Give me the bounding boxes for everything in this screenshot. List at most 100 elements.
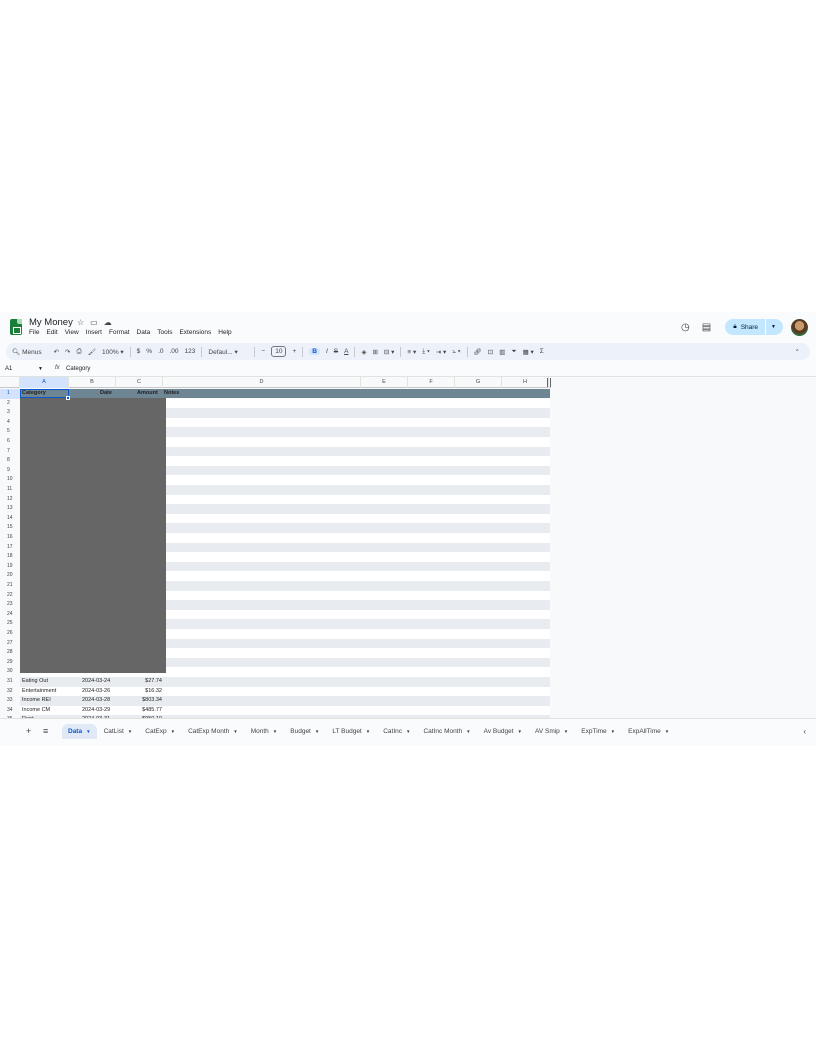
row-header[interactable]: 23 [0, 600, 20, 610]
column-header-e[interactable]: E [361, 377, 408, 388]
cell-amount[interactable]: $27.74 [145, 677, 162, 687]
functions-button[interactable]: Σ [540, 348, 544, 355]
row-header[interactable]: 28 [0, 648, 20, 658]
comments-icon[interactable]: ▤ [702, 322, 711, 333]
fill-color-icon[interactable]: ◈ [361, 348, 366, 356]
cell-category[interactable]: Income CM [22, 706, 50, 716]
font-size-input[interactable]: 10 [271, 346, 287, 357]
cell-amount[interactable]: $803.34 [142, 696, 162, 706]
chevron-down-icon[interactable]: ▼ [171, 729, 175, 734]
menu-format[interactable]: Format [109, 329, 130, 336]
filter-views-icon[interactable]: ▦ ▾ [523, 348, 534, 356]
sheet-tab[interactable]: CatList ▼ [98, 724, 139, 739]
row-header[interactable]: 32 [0, 687, 20, 697]
chevron-down-icon[interactable]: ▼ [38, 366, 43, 372]
share-button[interactable]: 🔒︎ Share [725, 319, 767, 335]
row-header[interactable]: 13 [0, 504, 20, 514]
column-header-a[interactable]: A [20, 377, 69, 388]
fill-handle[interactable] [66, 396, 70, 400]
increase-font-size-button[interactable]: + [292, 348, 296, 355]
sheet-tab[interactable]: CatExp Month ▼ [182, 724, 244, 739]
sheet-tab[interactable]: CatExp ▼ [139, 724, 181, 739]
sheet-tab[interactable]: Budget ▼ [284, 724, 325, 739]
row-header[interactable]: 9 [0, 466, 20, 476]
cloud-status-icon[interactable]: ☁ [104, 318, 112, 327]
insert-chart-icon[interactable]: ▥ [499, 348, 505, 356]
chevron-left-icon[interactable]: ‹ [803, 727, 806, 736]
sheet-tab[interactable]: LT Budget ▼ [326, 724, 376, 739]
header-notes[interactable]: Notes [164, 389, 179, 398]
chevron-down-icon[interactable]: ▼ [128, 729, 132, 734]
text-wrapping-icon[interactable]: ⇥ ▾ [436, 348, 447, 356]
vertical-align-icon[interactable]: ⤓ ▾ [422, 348, 429, 356]
chevron-down-icon[interactable]: ▼ [466, 729, 470, 734]
menu-help[interactable]: Help [218, 329, 231, 336]
format-currency-button[interactable]: $ [137, 348, 141, 355]
sheet-tab[interactable]: CatInc Month ▼ [417, 724, 476, 739]
decrease-decimal-button[interactable]: .0 [158, 348, 163, 355]
sheet-tab[interactable]: ExpAllTime ▼ [622, 724, 675, 739]
document-title[interactable]: My Money [29, 317, 73, 328]
chevron-down-icon[interactable]: ▼ [611, 729, 615, 734]
chevron-down-icon[interactable]: ▼ [366, 729, 370, 734]
column-header-f[interactable]: F [408, 377, 455, 388]
row-header[interactable]: 29 [0, 658, 20, 668]
cell-date[interactable]: 2024-03-26 [82, 687, 110, 697]
row-header[interactable]: 5 [0, 427, 20, 437]
star-icon[interactable]: ☆ [77, 318, 84, 327]
menu-search[interactable]: 🔍︎ Menus [12, 348, 42, 356]
column-header-h[interactable]: H [502, 377, 549, 388]
row-header[interactable]: 34 [0, 706, 20, 716]
italic-button[interactable]: I [326, 348, 328, 355]
row-header[interactable]: 25 [0, 619, 20, 629]
text-color-button[interactable]: A [344, 348, 348, 355]
cell-category[interactable]: Eating Out [22, 677, 48, 687]
row-header[interactable]: 2 [0, 399, 20, 409]
menu-view[interactable]: View [65, 329, 79, 336]
cell-category[interactable]: Income REI [22, 696, 51, 706]
version-history-icon[interactable]: ◷ [681, 322, 690, 333]
row-header[interactable]: 30 [0, 667, 20, 677]
bold-button[interactable]: B [309, 348, 320, 355]
row-header[interactable]: 10 [0, 475, 20, 485]
collapse-toolbar-icon[interactable]: ⌃ [795, 348, 800, 356]
menu-tools[interactable]: Tools [157, 329, 172, 336]
paint-format-icon[interactable]: 🖌︎ [88, 348, 96, 356]
row-header[interactable]: 19 [0, 562, 20, 572]
row-header[interactable]: 17 [0, 543, 20, 553]
account-avatar[interactable] [791, 318, 808, 336]
header-date[interactable]: Date [100, 389, 112, 398]
row-header[interactable]: 26 [0, 629, 20, 639]
cell-category[interactable]: Entertainment [22, 687, 56, 697]
strikethrough-button[interactable]: S [334, 348, 338, 355]
print-icon[interactable]: ⎙ [77, 348, 82, 356]
cell-date[interactable]: 2024-03-28 [82, 696, 110, 706]
row-header[interactable]: 12 [0, 495, 20, 505]
more-formats-button[interactable]: 123 [185, 348, 196, 355]
horizontal-align-icon[interactable]: ≡ ▾ [407, 348, 416, 356]
column-header-b[interactable]: B [69, 377, 116, 388]
sheets-logo-icon[interactable] [10, 319, 22, 335]
row-header[interactable]: 20 [0, 571, 20, 581]
redo-icon[interactable]: ↷ [65, 348, 70, 356]
chevron-down-icon[interactable]: ▼ [315, 729, 319, 734]
insert-comment-icon[interactable]: ⊡ [488, 348, 493, 356]
move-folder-icon[interactable]: ▭ [90, 318, 98, 327]
cell-amount[interactable]: $485.77 [142, 706, 162, 716]
row-header[interactable]: 6 [0, 437, 20, 447]
select-all-corner[interactable] [0, 377, 20, 388]
chevron-down-icon[interactable]: ▼ [518, 729, 522, 734]
chevron-down-icon[interactable]: ▼ [86, 729, 90, 734]
row-header[interactable]: 4 [0, 418, 20, 428]
row-header[interactable]: 11 [0, 485, 20, 495]
column-header-c[interactable]: C [116, 377, 163, 388]
text-rotation-icon[interactable]: ⦣ ▾ [452, 348, 460, 356]
chevron-down-icon[interactable]: ▼ [665, 729, 669, 734]
font-select[interactable]: Defaul... ▾ [208, 348, 248, 356]
menu-extensions[interactable]: Extensions [179, 329, 211, 336]
row-header[interactable]: 7 [0, 447, 20, 457]
format-percent-button[interactable]: % [146, 348, 152, 355]
insert-link-icon[interactable]: 🔗︎ [474, 348, 482, 356]
borders-icon[interactable]: ⊞ [372, 348, 377, 356]
filter-icon[interactable]: ⏷ [511, 348, 516, 356]
